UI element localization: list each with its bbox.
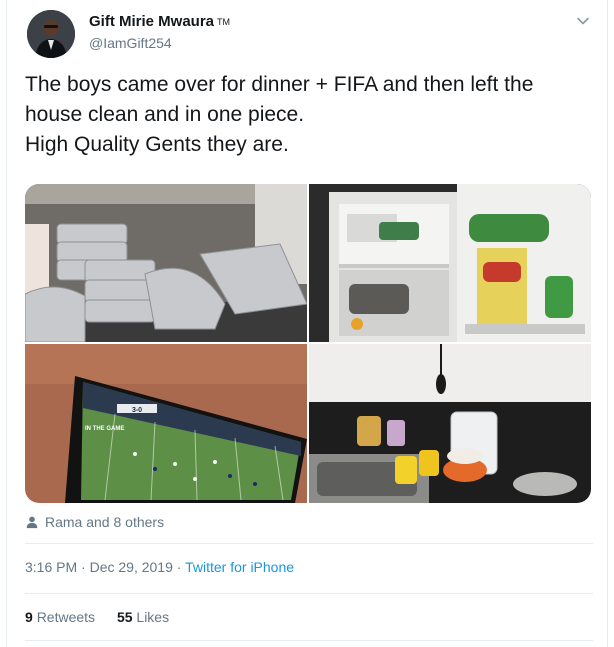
divider bbox=[25, 640, 593, 641]
tweet-text-line: The boys came over for dinner + FIFA and… bbox=[25, 73, 534, 96]
retweets-label: Retweets bbox=[36, 609, 96, 625]
retweets-count: 9 bbox=[25, 609, 33, 625]
author-name-row[interactable]: Gift Mirie Mwaura TM bbox=[89, 13, 230, 31]
likes-count: 55 bbox=[116, 609, 133, 625]
tweet-text-line: High Quality Gents they are. bbox=[25, 133, 289, 156]
divider bbox=[25, 543, 593, 544]
tv-banner: IN THE GAME bbox=[85, 426, 124, 432]
tweet-card: Gift Mirie Mwaura TM @IamGift254 The boys… bbox=[6, 0, 608, 647]
tweet-source-link[interactable]: Twitter for iPhone bbox=[185, 559, 294, 575]
liked-by[interactable]: Rama and 8 others bbox=[25, 514, 164, 530]
meta-separator: · bbox=[176, 559, 182, 575]
author-handle[interactable]: @IamGift254 bbox=[89, 33, 230, 53]
likes-stat[interactable]: 55 Likes bbox=[117, 609, 169, 625]
tweet-meta: 3:16 PM · Dec 29, 2019 · Twitter for iPh… bbox=[25, 556, 294, 578]
photo-fridge[interactable] bbox=[309, 184, 591, 342]
author-block: Gift Mirie Mwaura TM @IamGift254 bbox=[89, 13, 230, 53]
retweets-stat[interactable]: 9 Retweets bbox=[25, 609, 95, 625]
tv-score: 3-0 bbox=[132, 407, 142, 414]
likes-label: Likes bbox=[136, 609, 170, 625]
tweet-time[interactable]: 3:16 PM bbox=[25, 559, 77, 575]
avatar[interactable] bbox=[27, 10, 75, 58]
chevron-down-icon[interactable] bbox=[575, 13, 591, 29]
person-icon bbox=[26, 516, 38, 529]
media-grid: 3-0 IN THE GAME bbox=[25, 184, 591, 503]
tweet-stats: 9 Retweets 55 Likes bbox=[25, 606, 187, 628]
author-name[interactable]: Gift Mirie Mwaura bbox=[89, 13, 214, 30]
divider bbox=[25, 593, 593, 594]
photo-kitchen-sink[interactable] bbox=[309, 344, 591, 503]
photo-foil-trays[interactable] bbox=[25, 184, 307, 342]
liked-by-text: Rama and 8 others bbox=[45, 514, 165, 530]
photo-tv-fifa[interactable]: 3-0 IN THE GAME bbox=[25, 344, 307, 503]
meta-separator: · bbox=[81, 559, 86, 575]
tweet-text-line: house clean and in one piece. bbox=[25, 103, 305, 126]
tweet-date[interactable]: Dec 29, 2019 bbox=[90, 559, 173, 575]
author-badge: TM bbox=[217, 17, 231, 27]
tweet-text: The boys came over for dinner + FIFA and… bbox=[25, 70, 593, 160]
